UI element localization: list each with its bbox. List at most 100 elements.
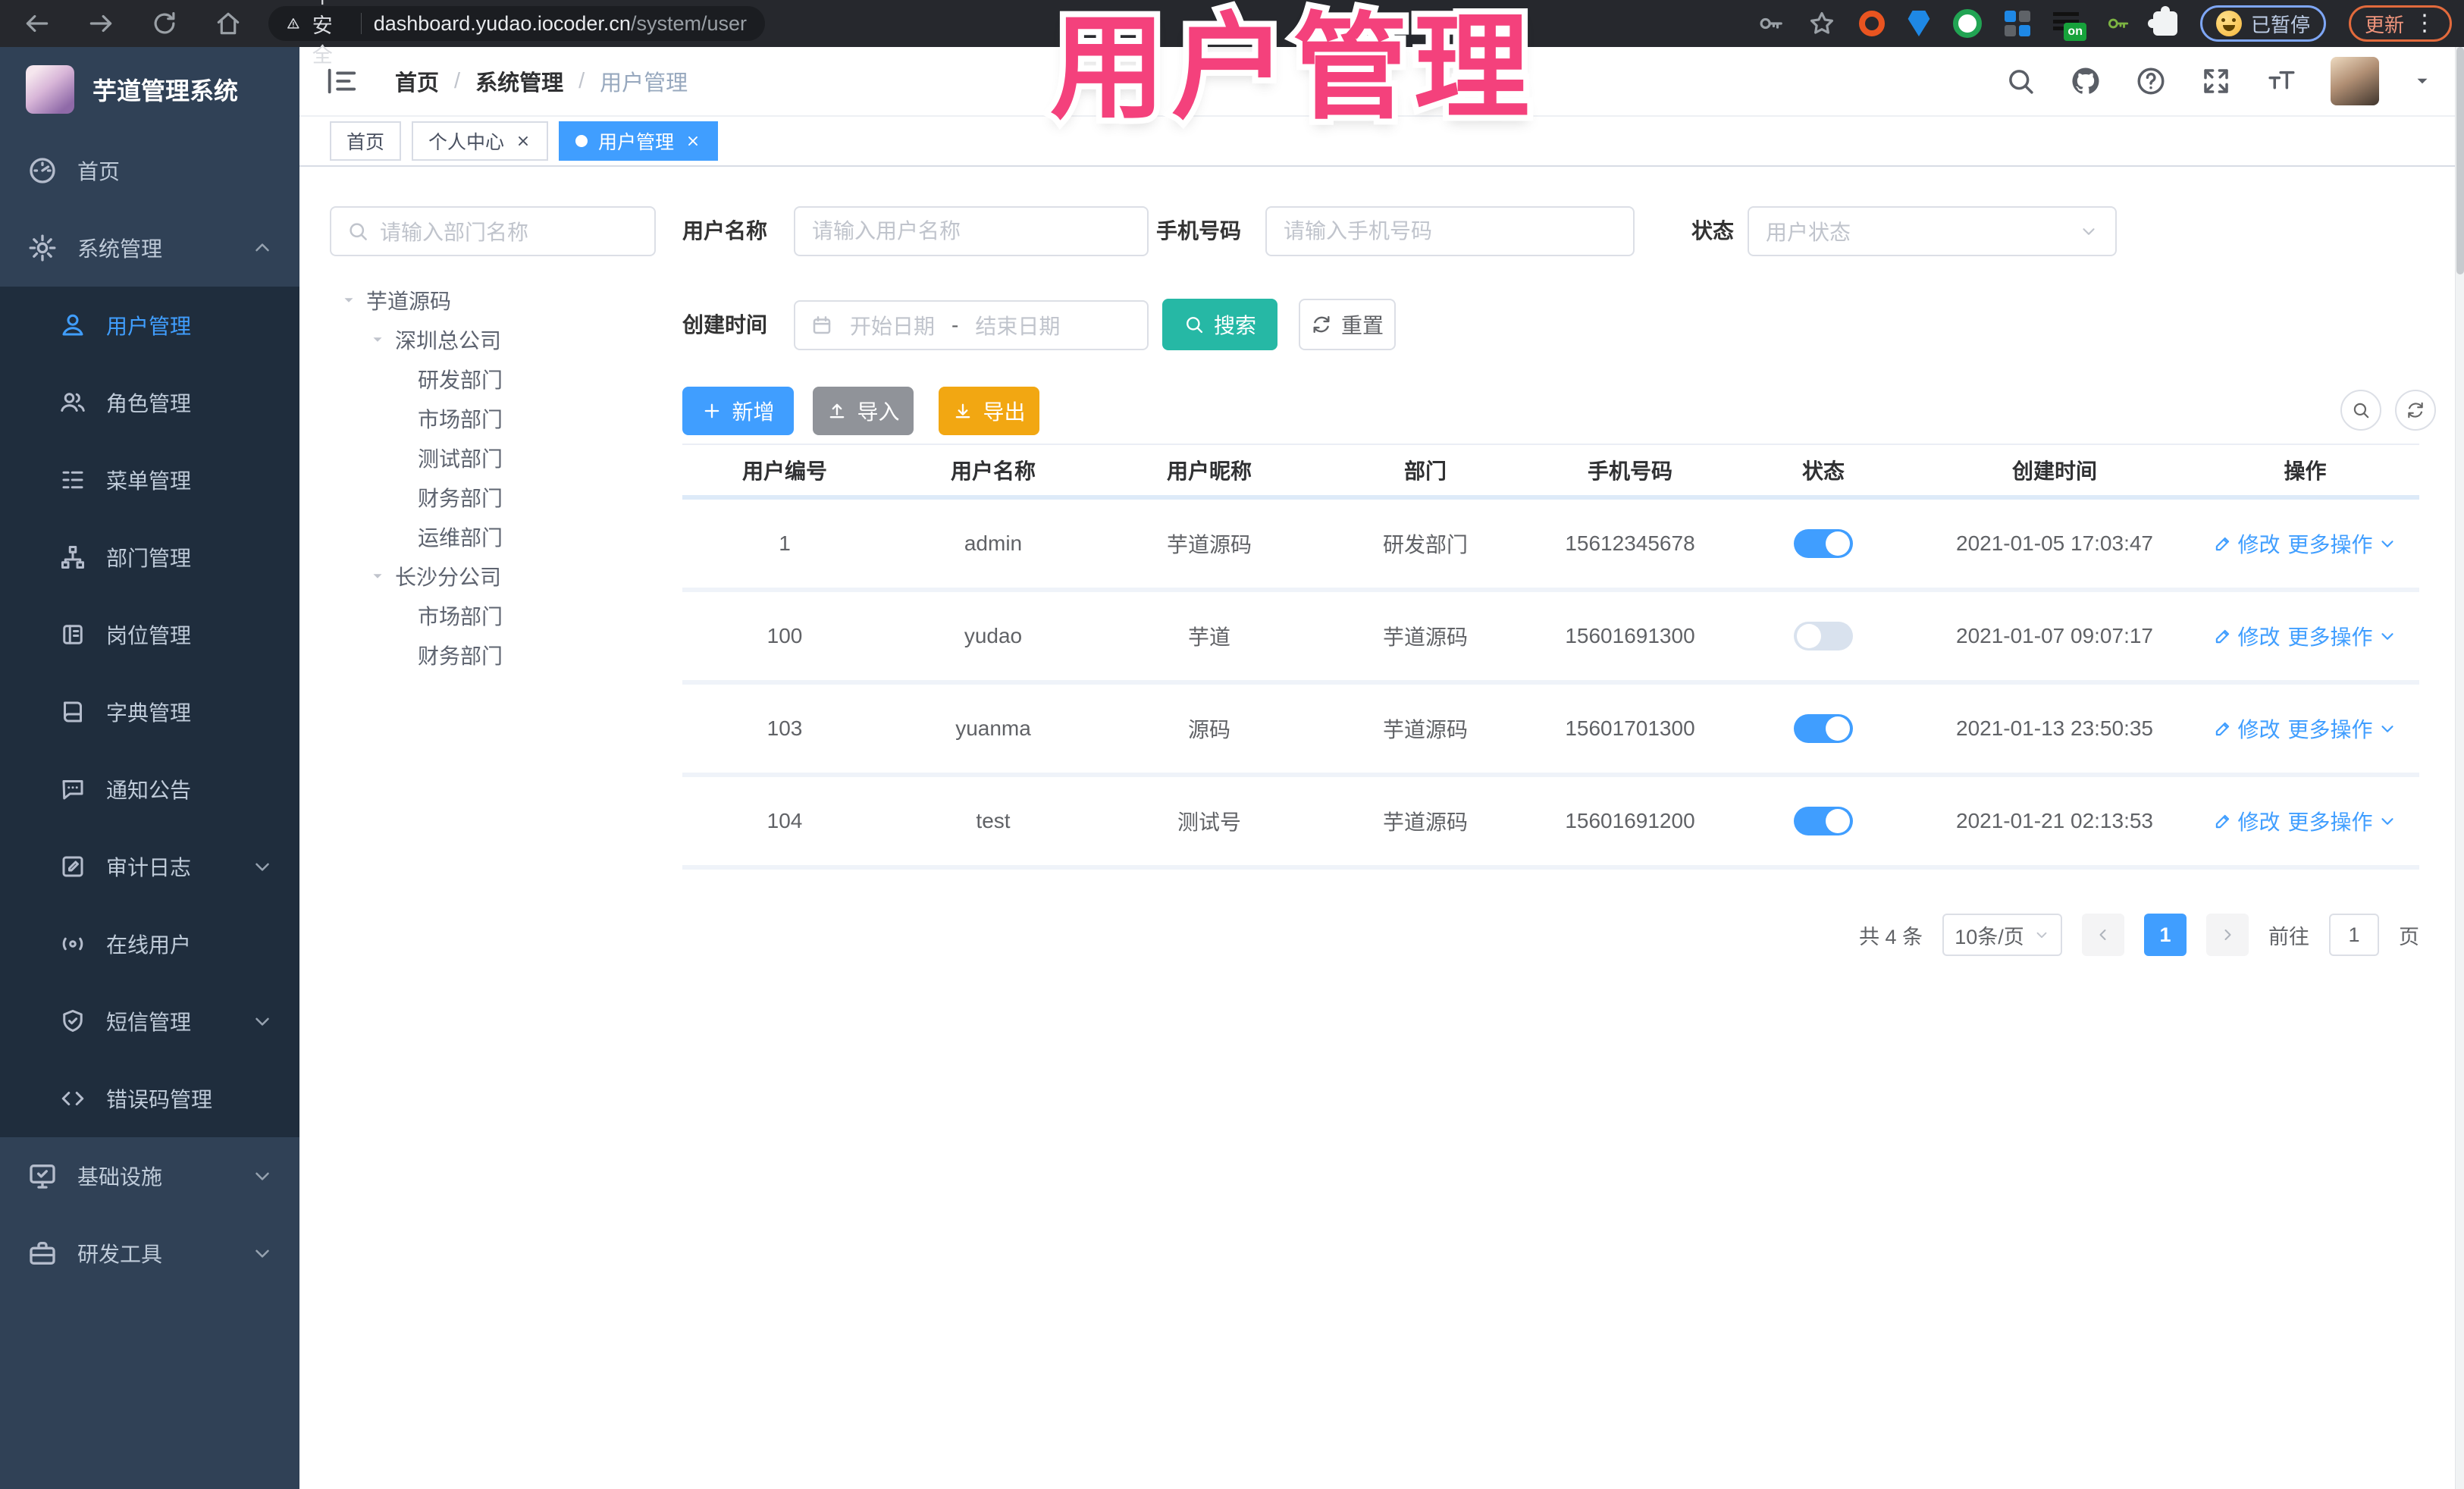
fullscreen-icon[interactable] [2200, 65, 2232, 97]
sidebar-item-审计日志[interactable]: 审计日志 [0, 828, 299, 905]
prev-page-button[interactable] [2082, 914, 2124, 956]
page-size-select[interactable]: 10条/页 [1942, 914, 2062, 956]
sidebar: 芋道管理系统 首页 系统管理 用户管理 角色管理 菜单管理 部门管理 岗位管理 字典管理 通知公… [0, 47, 299, 1489]
sidebar-item-在线用户[interactable]: 在线用户 [0, 905, 299, 983]
home-icon[interactable] [214, 9, 243, 38]
tab-个人中心[interactable]: 个人中心 [412, 121, 549, 161]
import-button[interactable]: 导入 [813, 387, 914, 435]
status-toggle[interactable] [1794, 807, 1853, 835]
tree-node-测试部门[interactable]: 测试部门 [330, 438, 663, 478]
more-actions-link[interactable]: 更多操作 [2288, 806, 2397, 836]
forward-icon[interactable] [86, 9, 115, 38]
tree-node-运维部门[interactable]: 运维部门 [330, 517, 663, 556]
more-actions-link[interactable]: 更多操作 [2288, 621, 2397, 651]
sidebar-item-短信管理[interactable]: 短信管理 [0, 983, 299, 1060]
tab-首页[interactable]: 首页 [330, 121, 402, 161]
reset-button[interactable]: 重置 [1299, 299, 1396, 350]
search-icon [346, 220, 369, 243]
search-icon[interactable] [2005, 65, 2036, 97]
breadcrumb-item-首页[interactable]: 首页 [395, 65, 439, 97]
github-icon[interactable] [2070, 65, 2102, 97]
edit-user-link[interactable]: 修改 [2213, 621, 2281, 651]
cell-mobile: 15601691200 [1565, 809, 1695, 832]
scrollbar-thumb[interactable] [2456, 47, 2464, 274]
back-icon[interactable] [23, 9, 52, 38]
status-toggle[interactable] [1794, 622, 1853, 650]
sidebar-item-通知公告[interactable]: 通知公告 [0, 751, 299, 828]
status-toggle[interactable] [1794, 714, 1853, 743]
list-extension-icon[interactable]: on [2052, 11, 2086, 41]
search-button[interactable]: 搜索 [1162, 299, 1277, 350]
password-key-icon[interactable] [1756, 9, 1785, 38]
close-icon[interactable] [515, 133, 531, 149]
bookmark-star-icon[interactable] [1807, 9, 1836, 38]
tree-node-研发部门[interactable]: 研发部门 [330, 359, 663, 399]
sidebar-logo[interactable]: 芋道管理系统 [0, 47, 299, 132]
tab-用户管理[interactable]: 用户管理 [559, 121, 719, 161]
breadcrumb-item-系统管理[interactable]: 系统管理 [475, 65, 563, 97]
grid-extension-icon[interactable] [2004, 11, 2030, 36]
sidebar-item-用户管理[interactable]: 用户管理 [0, 287, 299, 364]
caret-down-icon[interactable] [369, 331, 386, 348]
username-input[interactable] [794, 206, 1149, 256]
sidebar-item-菜单管理[interactable]: 菜单管理 [0, 441, 299, 519]
sidebar-collapse-icon[interactable] [324, 64, 359, 99]
sidebar-item-研发工具[interactable]: 研发工具 [0, 1215, 299, 1292]
caret-down-icon[interactable] [369, 568, 386, 585]
close-icon[interactable] [685, 133, 701, 149]
avatar-caret-icon[interactable] [2412, 71, 2432, 91]
green-extension-icon[interactable] [1952, 9, 1982, 38]
sidebar-item-系统管理[interactable]: 系统管理 [0, 209, 299, 287]
page-scrollbar[interactable] [2455, 47, 2464, 1489]
user-avatar[interactable] [2331, 57, 2379, 105]
status-toggle[interactable] [1794, 529, 1853, 558]
add-user-button[interactable]: 新增 [682, 387, 794, 435]
create-time-range-picker[interactable]: 开始日期 - 结束日期 [794, 300, 1149, 350]
sidebar-item-错误码管理[interactable]: 错误码管理 [0, 1060, 299, 1137]
reload-icon[interactable] [150, 9, 179, 38]
edit-user-link[interactable]: 修改 [2213, 713, 2281, 744]
refresh-icon [2406, 400, 2425, 420]
tree-node-财务部门[interactable]: 财务部门 [330, 478, 663, 517]
tree-node-长沙分公司[interactable]: 长沙分公司 [330, 556, 663, 596]
status-select[interactable]: 用户状态 [1748, 206, 2117, 256]
font-size-icon[interactable] [2265, 65, 2297, 97]
sidebar-item-部门管理[interactable]: 部门管理 [0, 519, 299, 596]
sidebar-item-字典管理[interactable]: 字典管理 [0, 673, 299, 751]
caret-down-icon[interactable] [340, 292, 357, 309]
dept-search-box[interactable]: 请输入部门名称 [330, 206, 656, 256]
extensions-puzzle-icon[interactable] [2147, 6, 2177, 36]
sidebar-item-角色管理[interactable]: 角色管理 [0, 364, 299, 441]
export-button[interactable]: 导出 [939, 387, 1039, 435]
tree-node-市场部门[interactable]: 市场部门 [330, 596, 663, 635]
sidebar-item-首页[interactable]: 首页 [0, 132, 299, 209]
green-key-extension-icon[interactable] [2105, 11, 2130, 36]
refresh-table-button[interactable] [2395, 390, 2436, 431]
url-bar[interactable]: 不安全 dashboard.yudao.iocoder.cn/system/us… [268, 0, 765, 67]
tree-node-财务部门[interactable]: 财务部门 [330, 635, 663, 675]
date-separator: - [951, 313, 959, 337]
goto-page-input[interactable] [2329, 914, 2379, 956]
edit-user-link[interactable]: 修改 [2213, 528, 2281, 559]
gem-extension-icon[interactable] [1908, 11, 1930, 36]
page-number-1[interactable]: 1 [2144, 914, 2187, 956]
tree-node-市场部门[interactable]: 市场部门 [330, 399, 663, 438]
ubuntu-extension-icon[interactable] [1858, 11, 1885, 36]
help-icon[interactable] [2135, 65, 2167, 97]
pencil-icon [2213, 626, 2233, 646]
tree-node-芋道源码[interactable]: 芋道源码 [330, 281, 663, 320]
next-page-button[interactable] [2206, 914, 2249, 956]
more-actions-link[interactable]: 更多操作 [2288, 713, 2397, 744]
cell-nickname: 测试号 [1177, 810, 1241, 834]
edit-user-link[interactable]: 修改 [2213, 806, 2281, 836]
browser-update-button[interactable]: 更新 ⋮ [2348, 5, 2452, 42]
tree-node-深圳总公司[interactable]: 深圳总公司 [330, 320, 663, 359]
cell-nickname: 芋道源码 [1166, 533, 1252, 556]
browser-menu-kebab-icon[interactable]: ⋮ [2413, 12, 2436, 35]
more-actions-link[interactable]: 更多操作 [2288, 528, 2397, 559]
profile-paused-badge[interactable]: 已暂停 [2199, 5, 2326, 42]
mobile-input[interactable] [1265, 206, 1635, 256]
sidebar-item-基础设施[interactable]: 基础设施 [0, 1137, 299, 1215]
toggle-search-panel-button[interactable] [2340, 390, 2381, 431]
sidebar-item-岗位管理[interactable]: 岗位管理 [0, 596, 299, 673]
